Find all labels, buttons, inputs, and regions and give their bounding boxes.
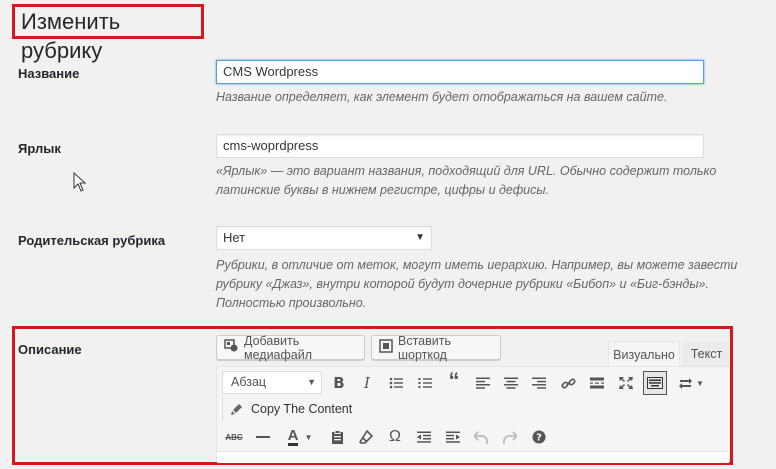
clear-formatting-button[interactable] (355, 426, 377, 448)
parent-select-value: Нет (223, 230, 246, 245)
undo-icon (474, 430, 488, 444)
svg-text:?: ? (536, 433, 542, 444)
name-label: Название (18, 66, 80, 81)
indent-icon (446, 431, 460, 443)
quote-icon: “ (448, 368, 460, 393)
sync-icon (679, 377, 693, 389)
numbered-list-icon (418, 378, 432, 388)
chevron-down-icon: ▼ (304, 432, 313, 442)
horizontal-line-button[interactable] (252, 426, 274, 448)
more-tools-button[interactable]: ▼ (675, 372, 707, 394)
special-character-button[interactable]: Ω (384, 426, 406, 448)
media-icon (224, 339, 239, 356)
add-media-label: Добавить медиафайл (244, 333, 313, 362)
horizontal-line-icon (256, 436, 270, 438)
italic-button[interactable]: I (356, 372, 378, 394)
undo-button[interactable] (470, 426, 492, 448)
name-input[interactable]: CMS Wordpress (216, 60, 704, 84)
align-left-icon (476, 377, 490, 389)
parent-select[interactable]: Нет ▼ (216, 226, 432, 250)
align-right-button[interactable] (528, 372, 550, 394)
bold-button[interactable]: B (328, 372, 350, 394)
slug-description-2: латинские буквы в нижнем регистре, цифры… (216, 183, 550, 197)
shortcode-icon (379, 339, 393, 356)
copy-content-label: Copy The Content (251, 402, 353, 416)
clipboard-icon (231, 404, 242, 415)
bullet-list-icon (389, 377, 403, 389)
parent-description-3: Полностью произвольно. (216, 296, 367, 310)
name-description: Название определяет, как элемент будет о… (216, 90, 668, 104)
tab-text[interactable]: Текст (683, 341, 730, 366)
align-left-button[interactable] (472, 372, 494, 394)
toolbar-toggle-button[interactable] (643, 371, 667, 395)
mouse-cursor-icon (73, 172, 87, 192)
insert-shortcode-button[interactable]: Вставить шорткод (371, 333, 501, 362)
parent-description-2: рубрику «Джаз», внутри которой будут доч… (216, 277, 709, 291)
slug-description-1: «Ярлык» — это вариант названия, подходящ… (216, 164, 717, 178)
insert-link-button[interactable] (557, 372, 579, 394)
omega-icon: Ω (389, 428, 401, 445)
dropdown-arrow-icon: ▼ (415, 232, 425, 243)
description-label: Описание (18, 342, 82, 357)
fullscreen-button[interactable] (615, 372, 637, 394)
help-button[interactable]: ? (528, 426, 550, 448)
align-center-button[interactable] (500, 372, 522, 394)
add-media-button[interactable]: Добавить медиафайл (216, 333, 365, 362)
copy-content-button[interactable]: Copy The Content (230, 399, 352, 419)
italic-icon: I (364, 374, 370, 392)
help-icon: ? (532, 430, 546, 444)
slug-input[interactable]: cms-woprdpress (216, 134, 704, 158)
page-title: Изменить рубрику (12, 4, 204, 63)
parent-label: Родительская рубрика (18, 233, 166, 248)
read-more-button[interactable] (586, 372, 608, 394)
outdent-icon (417, 431, 431, 443)
keyboard-icon (647, 377, 663, 389)
link-icon (560, 377, 576, 389)
format-select[interactable]: Абзац ▼ (222, 371, 322, 394)
blockquote-button[interactable]: “ (443, 368, 465, 393)
format-select-value: Абзац (231, 375, 267, 389)
tab-visual[interactable]: Визуально (608, 341, 680, 367)
editor-content-area[interactable] (217, 451, 729, 463)
align-center-icon (504, 377, 518, 389)
toolbar-separator (222, 397, 223, 421)
align-right-icon (532, 377, 546, 389)
numbered-list-button[interactable] (414, 372, 436, 394)
text-color-button[interactable]: A ▼ (281, 426, 319, 448)
chevron-down-icon: ▼ (696, 378, 704, 388)
parent-description-1: Рубрики, в отличие от меток, могут иметь… (216, 258, 738, 272)
eraser-icon (359, 430, 373, 444)
indent-button[interactable] (442, 426, 464, 448)
outdent-button[interactable] (413, 426, 435, 448)
bullet-list-button[interactable] (385, 372, 407, 394)
slug-label: Ярлык (18, 141, 61, 156)
text-color-icon: A (287, 426, 299, 446)
strikethrough-icon: ABC (225, 432, 243, 442)
strikethrough-button[interactable]: ABC (224, 426, 244, 448)
paste-as-text-button[interactable] (326, 426, 348, 448)
paste-icon (331, 430, 343, 444)
read-more-icon (590, 377, 604, 389)
fullscreen-icon (619, 377, 633, 389)
redo-icon (503, 430, 517, 444)
chevron-down-icon: ▼ (307, 377, 316, 387)
redo-button[interactable] (499, 426, 521, 448)
bold-icon: B (333, 374, 345, 392)
insert-shortcode-label: Вставить шорткод (398, 333, 451, 362)
